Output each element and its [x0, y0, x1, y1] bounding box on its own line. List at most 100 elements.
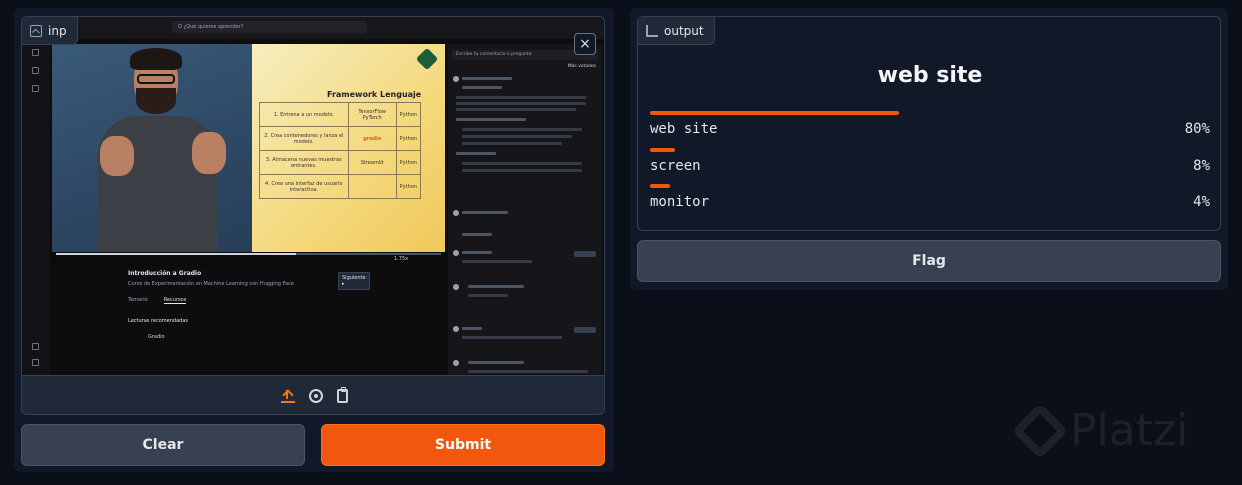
board-framework: gradio	[347, 126, 397, 151]
confidence-label: web site	[650, 121, 718, 137]
comments-sort: Más votados	[567, 64, 596, 69]
board-step: 4. Crea una interfaz de usuario interact…	[259, 174, 349, 199]
comment-line	[468, 370, 588, 373]
board-step: 3. Almacena nuevas muestras entrantes.	[259, 150, 349, 175]
uploaded-image-preview: Q ¿Qué quieres aprender? Framework Lengu…	[22, 17, 604, 375]
video-progress-played	[56, 253, 296, 255]
submit-button[interactable]: Submit	[321, 424, 605, 466]
preview-search-bar: Q ¿Qué quieres aprender?	[172, 21, 367, 33]
confidence-value: 8%	[1193, 158, 1210, 174]
course-tabs: Temario Recursos	[128, 297, 368, 304]
confidence-label: monitor	[650, 194, 710, 210]
comment-line	[456, 118, 526, 121]
board-framework	[347, 174, 397, 199]
comment-line	[462, 86, 502, 89]
confidence-bar	[650, 184, 670, 188]
board-language: Python	[395, 150, 422, 175]
preview-sidebar-icon	[32, 359, 39, 366]
label-icon	[646, 24, 658, 37]
comment-line	[456, 96, 586, 99]
preview-sidebar-icon	[32, 85, 39, 92]
comment-line	[462, 233, 492, 236]
flag-button[interactable]: Flag	[637, 240, 1221, 282]
board-language: Python	[395, 102, 422, 127]
question-badge	[574, 251, 596, 257]
preview-sidebar-icon	[32, 343, 39, 350]
image-input[interactable]: inp × Q ¿Qué quieres aprender? Framework…	[21, 16, 605, 415]
comment-line	[462, 211, 508, 214]
confidence-value: 80%	[1184, 121, 1210, 137]
comment-line	[456, 152, 496, 155]
comment-line	[462, 327, 482, 330]
comment-line	[462, 251, 492, 254]
presenter-hair	[130, 48, 182, 70]
output-label-text: output	[664, 23, 704, 38]
watermark-text: Platzi	[1070, 405, 1189, 456]
board-framework: Streamlit	[347, 150, 397, 175]
board-step: 1. Entrena a un modelo.	[259, 102, 349, 127]
comment-line	[468, 285, 524, 288]
board-header-language: Lenguaje	[380, 90, 422, 99]
question-badge	[574, 327, 596, 333]
comment-line	[462, 135, 572, 138]
top-prediction: web site	[877, 63, 983, 88]
input-column: inp × Q ¿Qué quieres aprender? Framework…	[14, 8, 614, 472]
clipboard-icon[interactable]	[336, 387, 348, 403]
confidence-bar	[650, 148, 675, 152]
comments-pane: Escribe tu comentario o pregunta Más vot…	[448, 44, 602, 375]
label-output: output web site web site 80% screen 8% m…	[637, 16, 1221, 231]
output-label: output	[638, 17, 715, 45]
confidence-row[interactable]: web site 80%	[650, 111, 1210, 137]
webcam-icon[interactable]	[308, 389, 323, 403]
presenter-beard	[136, 88, 176, 114]
comment-avatar	[453, 250, 459, 256]
course-info: Introducción a Gradio Curso de Experimen…	[128, 270, 370, 340]
board-language: Python	[395, 174, 422, 199]
presenter-hand	[100, 136, 134, 176]
input-label-text: inp	[48, 23, 67, 38]
confidence-row[interactable]: monitor 4%	[650, 184, 1210, 210]
gradio-app: inp × Q ¿Qué quieres aprender? Framework…	[0, 0, 1242, 485]
confidence-label: screen	[650, 158, 701, 174]
comment-line	[468, 361, 524, 364]
preview-sidebar	[22, 39, 50, 375]
comment-line	[456, 108, 576, 111]
comment-avatar	[453, 326, 459, 332]
confidence-bar	[650, 111, 899, 115]
board-language: Python	[395, 126, 422, 151]
comment-line	[462, 77, 512, 80]
comment-line	[462, 162, 582, 165]
input-label: inp	[22, 17, 78, 45]
clear-image-button[interactable]: ×	[574, 33, 596, 55]
comment-line	[462, 336, 562, 339]
comment-avatar	[453, 360, 459, 366]
preview-topbar: Q ¿Qué quieres aprender?	[22, 17, 604, 39]
comment-line	[462, 169, 582, 172]
board-framework: TensorFlow PyTorch	[347, 102, 397, 127]
platzi-logo-icon	[1011, 402, 1069, 459]
board-header-framework: Framework	[327, 90, 378, 99]
presenter-hand	[192, 132, 226, 174]
image-source-toolbar	[22, 375, 604, 414]
preview-sidebar-icon	[32, 49, 39, 56]
clear-button[interactable]: Clear	[21, 424, 305, 466]
preview-sidebar-icon	[32, 67, 39, 74]
platzi-watermark: Platzi	[1011, 402, 1189, 459]
upload-icon[interactable]	[280, 389, 295, 403]
resource-item: Gradio	[148, 334, 165, 340]
video-speed: 1.75x	[394, 256, 409, 262]
video-progress-remaining	[296, 253, 441, 255]
next-class-button: Siguiente ▸	[338, 272, 370, 290]
confidence-row[interactable]: screen 8%	[650, 148, 1210, 174]
comment-line	[468, 294, 508, 297]
comment-line	[462, 260, 532, 263]
presenter-glasses	[137, 74, 175, 84]
comment-line	[462, 142, 562, 145]
video-controls: 1.75x	[52, 252, 445, 266]
course-tab: Recursos	[163, 297, 187, 304]
course-subtitle: Curso de Experimentación en Machine Lear…	[128, 281, 294, 287]
output-column: output web site web site 80% screen 8% m…	[630, 8, 1228, 290]
comment-line	[462, 128, 582, 131]
comment-avatar	[453, 284, 459, 290]
board-step: 2. Crea contenedores y lanza el modelo.	[259, 126, 349, 151]
